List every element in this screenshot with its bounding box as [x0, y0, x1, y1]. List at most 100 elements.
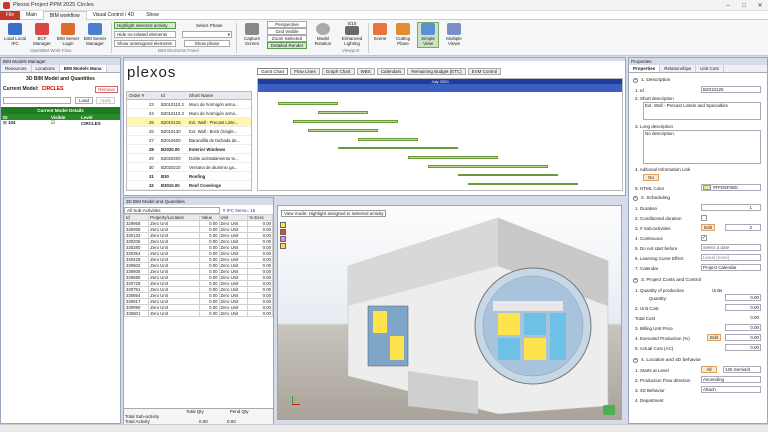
long-desc-field[interactable]: No description. — [643, 130, 761, 164]
tab-relationships[interactable]: Relationships — [660, 65, 697, 72]
section-location[interactable]: ⌃ 4. Location and 4D behavior — [629, 357, 701, 364]
unit-cost-field[interactable]: 0.00 — [725, 304, 761, 311]
show-phase-button[interactable]: Show phase — [184, 40, 230, 47]
gantt-bar[interactable] — [338, 147, 458, 149]
duration-field[interactable]: 1 — [701, 204, 761, 211]
flow-direction-dropdown[interactable]: Ascending — [701, 376, 761, 383]
gantt-row[interactable]: 32 B3010.00 Roof Coverings — [127, 181, 251, 190]
gantt-bar[interactable] — [308, 129, 378, 132]
load-local-ifc-button[interactable]: Load Local IFC — [2, 23, 28, 46]
gantt-row[interactable]: 27 B2010500 Barandilla de fachada de... — [127, 136, 251, 145]
menu-visual-control[interactable]: Visual Control / 4D — [87, 11, 141, 20]
continuous-checkbox[interactable]: ✓ — [701, 235, 707, 241]
table-row[interactable]: 330601 Zero Unit 0.00 Zero Unit 0.00 — [123, 310, 273, 317]
model-dropdown[interactable] — [3, 96, 71, 104]
gantt-bar[interactable] — [358, 138, 418, 141]
hide-no-related-button[interactable]: Hide no-related elements — [114, 31, 176, 38]
section-scheduling[interactable]: ⌃ 2. Scheduling — [629, 195, 670, 202]
gantt-row[interactable]: 24 B2010110.3 Muro de hormigón arma... — [127, 109, 251, 118]
short-desc-field[interactable]: Ext. Wall - Precast Lintels and Specialt… — [643, 102, 761, 120]
conditioned-checkbox[interactable] — [701, 215, 707, 221]
bim-server-manager-button[interactable]: BIM Server Manager — [82, 23, 108, 46]
calendar-dropdown[interactable]: Project Calendar — [701, 264, 761, 271]
tab-bim-models[interactable]: BIM Models Mana — [59, 65, 107, 72]
starts-level-dropdown[interactable]: 125 Semisót — [723, 366, 761, 373]
tab-wbs[interactable]: WBS — [356, 68, 375, 75]
minimize-icon[interactable]: – — [720, 0, 736, 11]
tab-locations[interactable]: Locations — [32, 65, 60, 72]
legend-gold-icon[interactable] — [280, 243, 286, 249]
file-menu[interactable]: File — [0, 10, 20, 20]
gantt-bar[interactable] — [293, 120, 398, 123]
enhanced-lighting-button[interactable]: 0/10 Enhanced Lighting — [338, 21, 366, 46]
gantt-bar[interactable] — [458, 174, 558, 176]
tab-resources[interactable]: Resources — [1, 65, 32, 72]
section-costs[interactable]: ⌃ 3. Project Costs and Control — [629, 277, 701, 284]
subactivities-edit-button[interactable]: Edit — [701, 224, 715, 231]
not-before-field[interactable]: Select a date — [701, 244, 761, 251]
maximize-icon[interactable]: □ — [736, 0, 752, 11]
tab-evm-control[interactable]: EVM Control — [467, 68, 502, 75]
capture-screen-button[interactable]: Capture Screen — [240, 23, 264, 46]
tab-remaining-budget[interactable]: Remaining Budget (ETC) — [407, 68, 466, 75]
menu-show[interactable]: Show — [140, 11, 165, 20]
gantt-bar[interactable] — [278, 102, 338, 105]
load-button[interactable]: Load — [75, 96, 94, 104]
tab-calendars[interactable]: Calendars — [376, 68, 406, 75]
tab-flow-lines[interactable]: Flow Lines — [290, 68, 320, 75]
cutting-plane-button[interactable]: Cutting Plane — [392, 23, 414, 46]
gantt-bar[interactable] — [408, 156, 498, 159]
bcf-manager-button[interactable]: BCF Manager — [30, 23, 54, 46]
gantt-bar[interactable] — [468, 183, 578, 185]
model-rotation-button[interactable]: Model Rotation — [311, 23, 335, 46]
gantt-row[interactable]: 30 B2020210 Ventana de aluminio ga... — [127, 163, 251, 172]
model-row[interactable]: ⊞ 104 ☑ CIRCLES — [1, 120, 120, 126]
legend-red-icon[interactable] — [280, 229, 286, 235]
visible-checkbox[interactable]: ☑ — [51, 120, 81, 126]
bim-server-login-button[interactable]: BIM Server Login — [56, 23, 80, 46]
all-levels-button[interactable]: All — [701, 366, 717, 373]
subactivities-field[interactable]: 2 — [725, 224, 761, 231]
section-description[interactable]: ⌃ 1. Description — [629, 77, 670, 84]
legend-pink-icon[interactable] — [280, 236, 286, 242]
perspective-button[interactable]: Perspective — [267, 21, 307, 28]
actual-cost-field[interactable]: 0.00 — [725, 344, 761, 351]
quantity-field[interactable]: 0.00 — [725, 294, 761, 301]
gantt-row[interactable]: 31 B30 Roofing — [127, 172, 251, 181]
gantt-bar[interactable] — [318, 111, 368, 114]
id-field[interactable]: B2010125 — [701, 86, 761, 93]
menu-main[interactable]: Main — [20, 11, 43, 20]
tab-graph-chart[interactable]: Graph Chart — [321, 68, 355, 75]
remove-button[interactable]: Remove — [95, 85, 118, 93]
highlight-selected-button[interactable]: Highlight selected activity — [114, 22, 176, 29]
tab-gantt-chart[interactable]: Gantt Chart — [257, 68, 289, 75]
zoom-selected-button[interactable]: Zoom Selected — [267, 35, 307, 42]
simple-view-button[interactable]: Simple View — [417, 22, 439, 48]
detailed-render-button[interactable]: Detailed Render — [267, 42, 307, 49]
gantt-row[interactable]: 26 B2010130 Ext. Wall - Brick (Single... — [127, 127, 251, 136]
gantt-bar[interactable] — [428, 165, 548, 168]
multiple-views-button[interactable]: Multiple Views — [441, 23, 467, 46]
legend-yellow-icon[interactable] — [280, 222, 286, 228]
billing-field[interactable]: 0.00 — [725, 324, 761, 331]
close-icon[interactable]: ✕ — [752, 0, 768, 11]
executed-field[interactable]: 0.00 — [725, 334, 761, 341]
viewcube-icon[interactable] — [603, 405, 615, 415]
gantt-row[interactable]: 28 B2020.00 Exterior Windows — [127, 145, 251, 154]
apply-button[interactable]: Apply — [96, 96, 116, 104]
4d-behavior-dropdown[interactable]: Attach — [701, 386, 761, 393]
gantt-row[interactable]: 25 B2010125 Ext. Wall - Precast Linte... — [127, 118, 251, 127]
go-button[interactable]: Go — [643, 174, 659, 181]
sub-activity-filter[interactable]: All Sub-Activities — [124, 206, 220, 214]
grid-visible-button[interactable]: Grid Visible — [267, 28, 307, 35]
learning-curve-field[interactable]: Lineal (none) — [701, 254, 761, 261]
gantt-row[interactable]: 23 B2010110.2 Muro de hormigón arma... — [127, 100, 251, 109]
tab-properties[interactable]: Properties — [629, 65, 661, 72]
gantt-row[interactable]: 29 B2020200 Doble acristalamiento te... — [127, 154, 251, 163]
3d-viewport[interactable]: View mode: Highlight assigned to selecte… — [277, 205, 622, 420]
scene-button[interactable]: Scene — [370, 23, 390, 41]
show-unassigned-button[interactable]: Show unassigned elements — [114, 40, 176, 47]
executed-edit-button[interactable]: Edit — [707, 334, 721, 341]
html-color-field[interactable]: #FFD5F08D — [701, 184, 761, 191]
phase-dropdown[interactable]: ▾ — [182, 31, 232, 38]
